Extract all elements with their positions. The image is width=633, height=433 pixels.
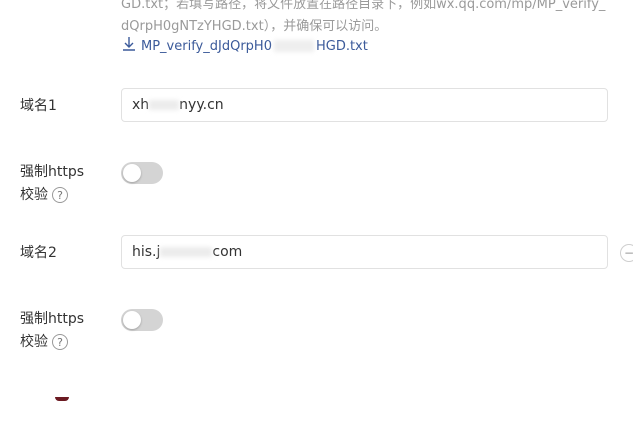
domain2-value-start: his.j [132,244,161,260]
download-link-label: MP_verify_dJdQrpH0 [141,38,272,54]
domain1-value-start: xh [132,97,150,113]
redacted-blur [160,247,213,257]
download-icon [121,36,141,56]
redacted-blur [149,100,180,110]
force-https-label-2: 强制https 校验? [20,308,84,353]
domain1-value-end: nyy.cn [179,97,224,113]
toggle-knob [123,164,141,182]
domain1-input[interactable]: xh nyy.cn [121,88,608,122]
domain2-value-end: com [212,244,243,260]
help-line-1: GD.txt；若填写路径，将文件放置在路径目录下，例如wx.qq.com/mp/… [121,0,606,12]
force-https-toggle-2[interactable] [121,309,163,331]
redacted-blur [273,40,314,52]
force-https-toggle-1[interactable] [121,162,163,184]
verify-file-help-text: GD.txt；若填写路径，将文件放置在路径目录下，例如wx.qq.com/mp/… [121,0,633,38]
minus-icon[interactable]: − [620,244,633,262]
domain2-label: 域名2 [20,245,57,261]
force-https-label-1-line2: 校验 [20,187,48,203]
download-link-label-tail: HGD.txt [315,38,368,54]
toggle-knob [123,311,141,329]
help-icon[interactable]: ? [52,187,68,203]
force-https-label-1: 强制https 校验? [20,161,84,206]
download-verify-file-link[interactable]: MP_verify_dJdQrpH0 HGD.txt [121,36,368,56]
domain2-input[interactable]: his.j com [121,235,608,269]
help-line-2: dQrpH0gNTzYHGD.txt），并确保可以访问。 [121,19,388,34]
force-https-label-2-line2: 校验 [20,334,48,350]
force-https-label-1-line1: 强制https [20,164,85,180]
domain1-label: 域名1 [20,98,57,114]
force-https-label-2-line1: 强制https [20,311,85,327]
help-icon[interactable]: ? [52,334,68,350]
cut-off-element [55,397,69,401]
